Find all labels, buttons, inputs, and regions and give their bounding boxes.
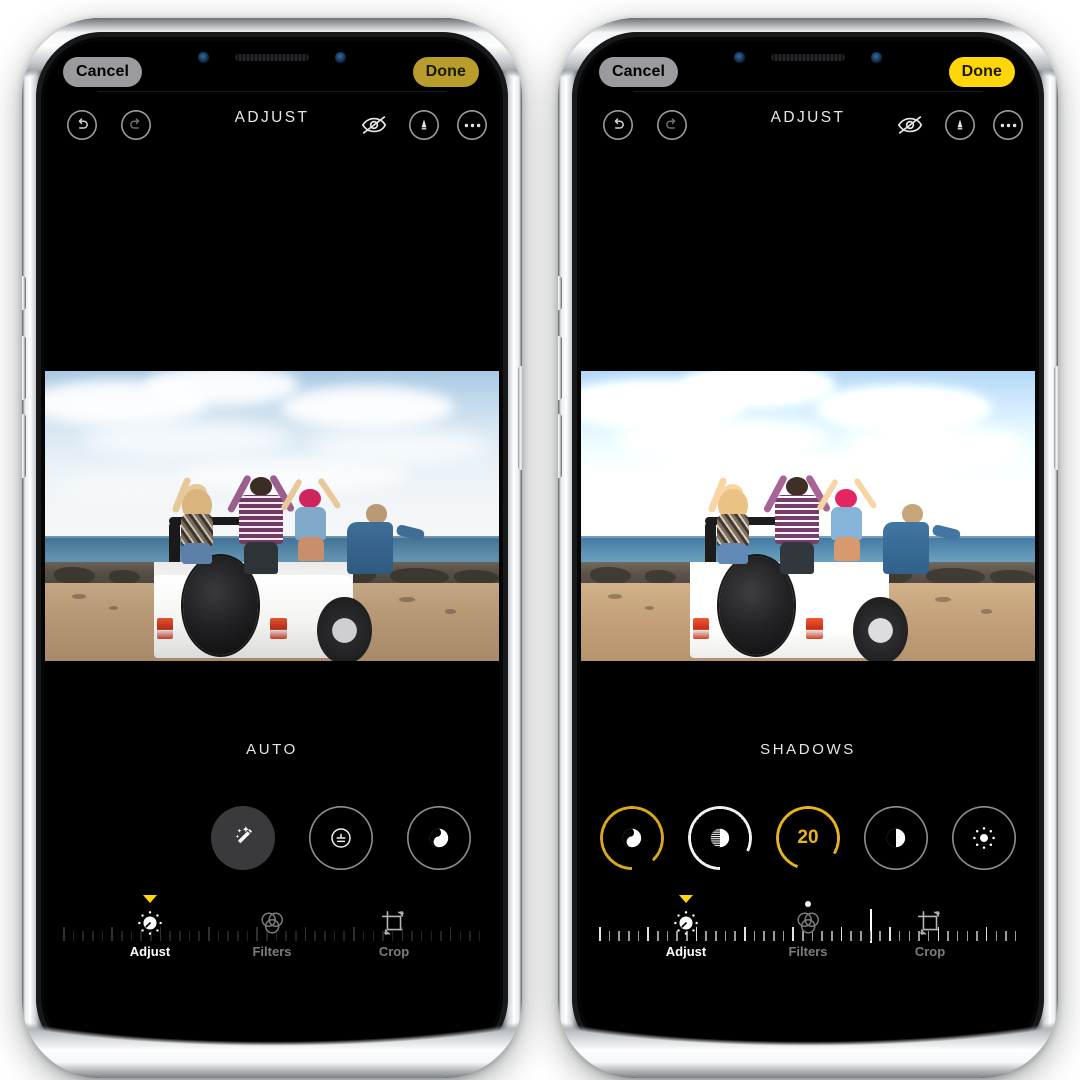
face-id-sensor-icon — [734, 51, 745, 63]
tab-filters[interactable]: Filters — [773, 909, 843, 959]
dial-brilliance[interactable] — [600, 806, 664, 870]
earpiece-speaker — [235, 53, 309, 61]
tab-crop[interactable]: Crop — [359, 909, 429, 959]
notch — [163, 41, 381, 73]
adjust-dial-icon — [138, 911, 162, 935]
tab-filters[interactable]: Filters — [237, 909, 307, 959]
tab-label: Adjust — [665, 944, 707, 959]
adjust-dial-icon — [674, 911, 698, 935]
done-button[interactable]: Done — [412, 57, 479, 87]
brightness-icon — [973, 827, 995, 849]
face-id-sensor-icon — [198, 51, 209, 63]
tab-label: Crop — [914, 944, 946, 959]
phone-left: Cancel Done ADJUST AUTO Adjust Filters C… — [22, 18, 522, 1078]
volume-down-button[interactable] — [558, 414, 562, 478]
photos-editor-right: Cancel Done ADJUST SHADOWS 20 Adjust Fil… — [581, 41, 1035, 1055]
tab-adjust[interactable]: Adjust — [115, 895, 185, 959]
tab-label: Adjust — [129, 944, 171, 959]
filters-circles-icon — [797, 912, 820, 934]
tab-label: Filters — [252, 944, 292, 959]
phone-right: Cancel Done ADJUST SHADOWS 20 Adjust Fil… — [558, 18, 1058, 1078]
adjustment-dials-left — [45, 796, 499, 880]
editor-tab-bar-left: Adjust Filters Crop — [45, 895, 499, 989]
photos-editor-left: Cancel Done ADJUST AUTO Adjust Filters C… — [45, 41, 499, 1055]
shadows-value: 20 — [797, 827, 819, 848]
tab-adjust[interactable]: Adjust — [651, 895, 721, 959]
photo-preview[interactable] — [581, 371, 1035, 661]
selected-indicator-caret — [143, 895, 157, 903]
adjustment-dials-right: 20 — [581, 796, 1035, 880]
photo-scene — [45, 371, 499, 661]
dial-highlights[interactable] — [688, 806, 752, 870]
filters-circles-icon — [261, 912, 284, 934]
adjustment-name-label: AUTO — [246, 741, 298, 758]
volume-up-button[interactable] — [22, 336, 26, 400]
page-title: ADJUST — [234, 109, 310, 126]
dial-auto-magic-wand[interactable] — [211, 806, 275, 870]
cancel-button[interactable]: Cancel — [63, 57, 143, 87]
cancel-button[interactable]: Cancel — [599, 57, 679, 87]
contrast-icon — [886, 828, 906, 848]
rear-wheel — [853, 597, 908, 661]
photo-preview[interactable] — [45, 371, 499, 661]
tab-label: Filters — [788, 944, 828, 959]
brilliance-icon — [622, 828, 642, 848]
tab-crop[interactable]: Crop — [895, 909, 965, 959]
power-button[interactable] — [1054, 366, 1058, 470]
phone-screen-left: Cancel Done ADJUST AUTO Adjust Filters C… — [45, 41, 499, 1055]
power-button[interactable] — [518, 366, 522, 470]
dial-brilliance[interactable] — [407, 806, 471, 870]
highlights-icon — [710, 828, 730, 848]
notch — [699, 41, 917, 73]
earpiece-speaker — [771, 53, 845, 61]
brilliance-icon — [429, 828, 449, 848]
dial-shadows[interactable]: 20 — [776, 806, 840, 870]
editor-tab-bar-right: Adjust Filters Crop — [581, 895, 1035, 989]
adjustment-name-label: SHADOWS — [760, 741, 856, 758]
front-camera-icon — [335, 51, 346, 63]
dial-contrast[interactable] — [864, 806, 928, 870]
header-divider — [97, 91, 447, 92]
magic-wand-icon — [235, 826, 253, 844]
photo-scene — [581, 371, 1035, 661]
phone-bezel-left: Cancel Done ADJUST AUTO Adjust Filters C… — [36, 32, 508, 1064]
dial-brightness[interactable] — [952, 806, 1016, 870]
mute-switch[interactable] — [22, 276, 26, 310]
crop-rotate-icon — [382, 911, 404, 935]
phone-bezel-right: Cancel Done ADJUST SHADOWS 20 Adjust Fil… — [572, 32, 1044, 1064]
phone-screen-right: Cancel Done ADJUST SHADOWS 20 Adjust Fil… — [581, 41, 1035, 1055]
dial-exposure[interactable] — [309, 806, 373, 870]
volume-up-button[interactable] — [558, 336, 562, 400]
volume-down-button[interactable] — [22, 414, 26, 478]
front-camera-icon — [871, 51, 882, 63]
rear-wheel — [317, 597, 372, 661]
mute-switch[interactable] — [558, 276, 562, 310]
done-button[interactable]: Done — [948, 57, 1015, 87]
two-phone-comparison: Cancel Done ADJUST AUTO Adjust Filters C… — [0, 0, 1080, 1080]
header-divider — [633, 91, 983, 92]
crop-rotate-icon — [918, 911, 940, 935]
exposure-icon — [331, 828, 351, 848]
tab-label: Crop — [378, 944, 410, 959]
slider-zero-dot — [805, 901, 811, 907]
page-title: ADJUST — [770, 109, 846, 126]
selected-indicator-caret — [679, 895, 693, 903]
